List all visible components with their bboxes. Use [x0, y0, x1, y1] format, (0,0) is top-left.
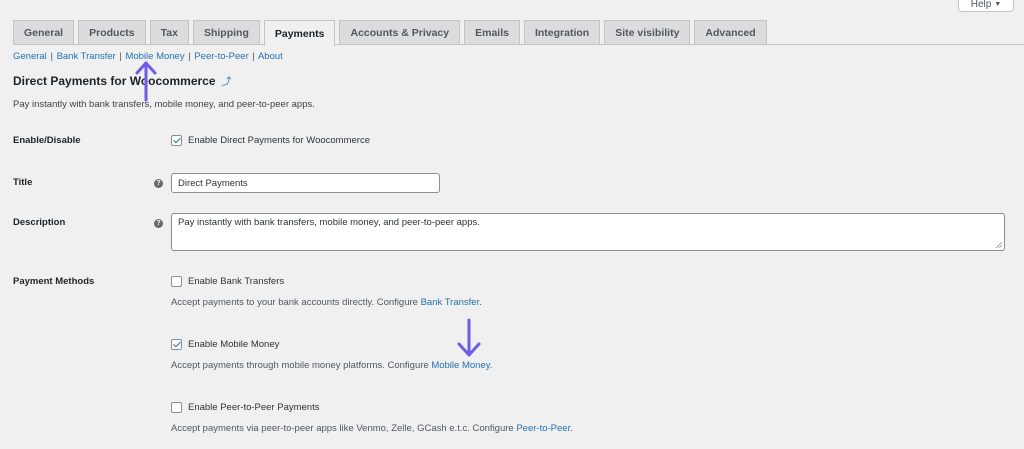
bank-transfer-note: Accept payments to your bank accounts di… — [171, 297, 482, 308]
tab-payments[interactable]: Payments — [263, 20, 336, 46]
bank-transfer-row: Enable Bank Transfers — [171, 276, 284, 287]
page-title-text: Direct Payments for Woocommerce — [13, 73, 216, 88]
payment-methods-label: Payment Methods — [13, 276, 95, 287]
note-period: . — [570, 423, 573, 434]
tab-shipping[interactable]: Shipping — [192, 20, 260, 44]
settings-tabs: General Products Tax Shipping Payments A… — [13, 19, 1024, 46]
help-label: Help — [970, 0, 992, 10]
enable-gateway-row: Enable Direct Payments for Woocommerce — [171, 135, 370, 146]
note-period: . — [489, 360, 493, 371]
subnav-peer-to-peer[interactable]: Peer-to-Peer — [194, 51, 248, 62]
bank-transfer-checkbox-label[interactable]: Enable Bank Transfers — [188, 276, 284, 287]
subnav-bank-transfer[interactable]: Bank Transfer — [57, 51, 116, 62]
up-arrow-link-icon[interactable]: ⤴ — [222, 73, 232, 88]
peer-to-peer-row: Enable Peer-to-Peer Payments — [171, 402, 319, 413]
subnav-separator: | — [50, 51, 53, 62]
mobile-money-note: Accept payments through mobile money pla… — [171, 360, 492, 371]
annotation-down-arrow-icon — [457, 318, 481, 357]
bank-transfer-config-link[interactable]: Bank Transfer — [421, 297, 480, 308]
subnav-general[interactable]: General — [13, 51, 47, 62]
tab-advanced[interactable]: Advanced — [694, 20, 767, 44]
subnav-about[interactable]: About — [258, 51, 283, 62]
mobile-money-note-text: Accept payments through mobile money pla… — [171, 360, 432, 371]
question-help-icon[interactable]: ? — [154, 219, 163, 228]
bank-transfer-note-text: Accept payments to your bank accounts di… — [171, 297, 421, 308]
page-title: Direct Payments for Woocommerce ⤴ — [13, 73, 232, 89]
mobile-money-checkbox[interactable] — [171, 339, 182, 350]
bank-transfer-checkbox[interactable] — [171, 276, 182, 287]
peer-to-peer-checkbox[interactable] — [171, 402, 182, 413]
mobile-money-config-link[interactable]: Mobile Money — [431, 360, 489, 371]
title-input[interactable] — [171, 173, 440, 193]
question-help-icon[interactable]: ? — [154, 179, 163, 188]
caret-down-icon: ▼ — [994, 1, 1002, 8]
peer-to-peer-note-text: Accept payments via peer-to-peer apps li… — [171, 423, 517, 434]
description-textarea[interactable]: Pay instantly with bank transfers, mobil… — [171, 213, 1005, 251]
resize-grip-icon[interactable] — [994, 240, 1003, 249]
tab-integration[interactable]: Integration — [523, 20, 601, 44]
page-description: Pay instantly with bank transfers, mobil… — [13, 99, 315, 110]
tab-accounts-privacy[interactable]: Accounts & Privacy — [339, 20, 461, 44]
tab-site-visibility[interactable]: Site visibility — [604, 20, 691, 44]
mobile-money-row: Enable Mobile Money — [171, 339, 279, 350]
help-button[interactable]: Help ▼ — [958, 0, 1014, 12]
subnav-separator: | — [188, 51, 191, 62]
enable-disable-label: Enable/Disable — [13, 135, 81, 146]
enable-gateway-checkbox-label[interactable]: Enable Direct Payments for Woocommerce — [188, 135, 370, 146]
title-label: Title — [13, 177, 33, 188]
description-label: Description — [13, 217, 66, 228]
peer-to-peer-note: Accept payments via peer-to-peer apps li… — [171, 423, 573, 434]
tab-products[interactable]: Products — [78, 20, 146, 44]
peer-to-peer-config-link[interactable]: Peer-to-Peer — [516, 423, 570, 434]
annotation-up-arrow-icon — [135, 61, 157, 102]
peer-to-peer-checkbox-label[interactable]: Enable Peer-to-Peer Payments — [188, 402, 319, 413]
note-period: . — [479, 297, 482, 308]
tab-tax[interactable]: Tax — [149, 20, 189, 44]
tab-general[interactable]: General — [13, 20, 75, 44]
subnav-separator: | — [252, 51, 255, 62]
tab-emails[interactable]: Emails — [464, 20, 520, 44]
enable-gateway-checkbox[interactable] — [171, 135, 182, 146]
subnav-separator: | — [119, 51, 122, 62]
mobile-money-checkbox-label[interactable]: Enable Mobile Money — [188, 339, 279, 350]
